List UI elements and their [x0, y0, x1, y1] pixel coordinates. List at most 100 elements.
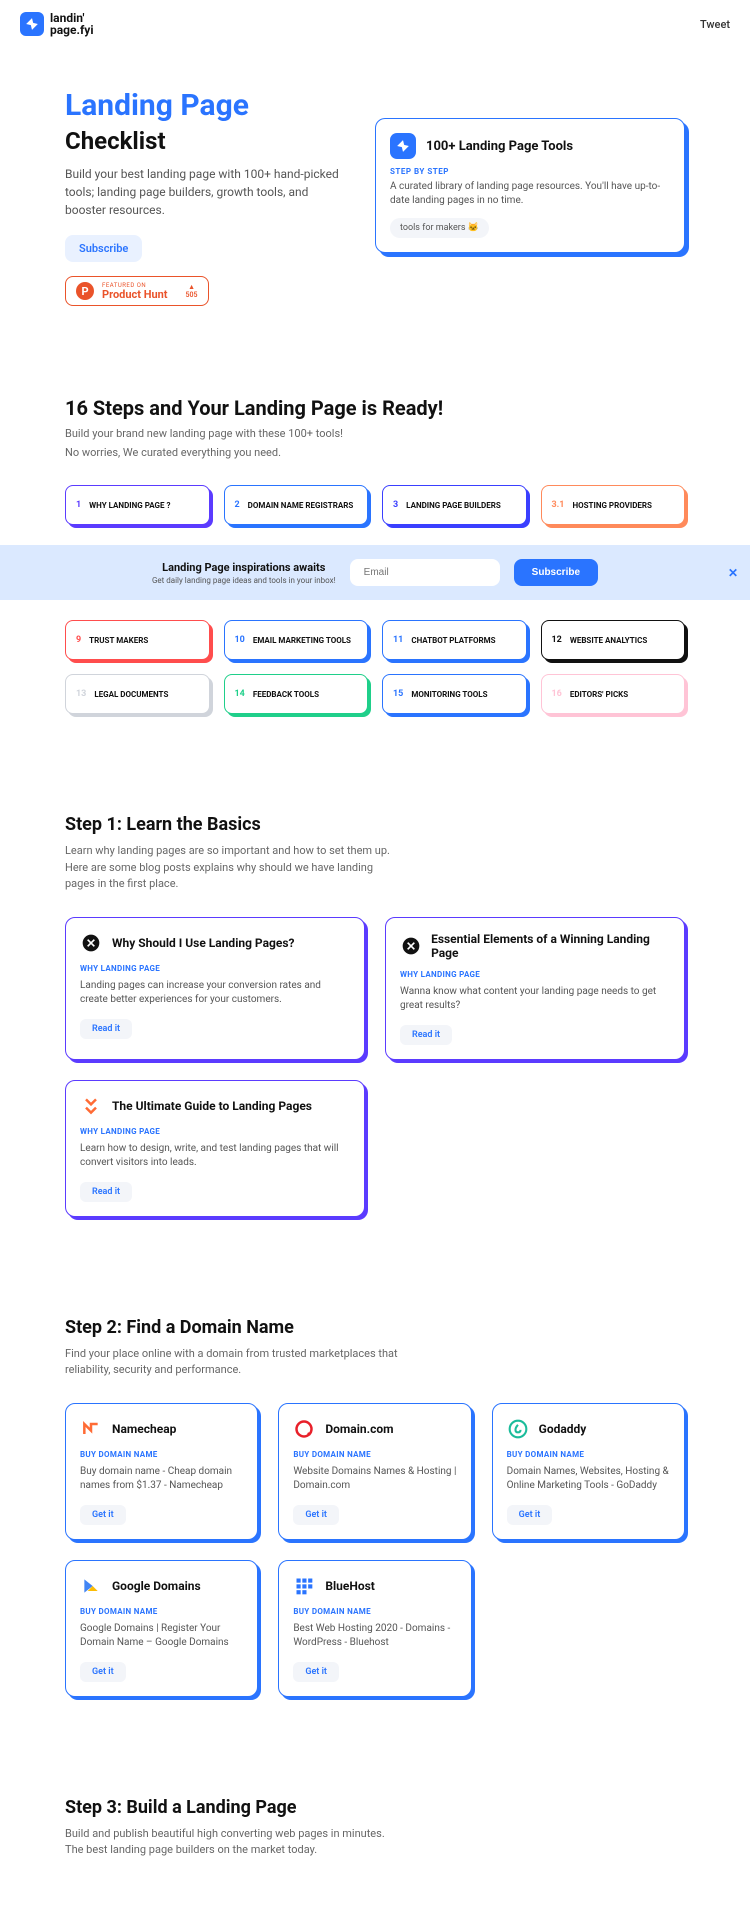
step-chip-num: 12: [552, 635, 562, 645]
step-chip[interactable]: 15 MONITORING TOOLS: [382, 674, 527, 714]
card-tag: BUY DOMAIN NAME: [507, 1450, 670, 1459]
card-icon: [80, 1575, 102, 1597]
logo-text: landin'page.fyi: [50, 12, 94, 36]
card-tag: BUY DOMAIN NAME: [80, 1607, 243, 1616]
card-title: Godaddy: [539, 1422, 587, 1436]
card-desc: Best Web Hosting 2020 - Domains - WordPr…: [293, 1622, 456, 1650]
step-chip-num: 14: [235, 689, 245, 699]
step-chip[interactable]: 13 LEGAL DOCUMENTS: [65, 674, 210, 714]
article-card[interactable]: Essential Elements of a Winning Landing …: [385, 917, 685, 1060]
step-chip-num: 1: [76, 500, 81, 510]
step3-heading: Step 3: Build a Landing Page: [65, 1797, 685, 1818]
steps-section-title: 16 Steps and Your Landing Page is Ready!: [65, 396, 685, 420]
card-tag: BUY DOMAIN NAME: [80, 1450, 243, 1459]
article-card[interactable]: Why Should I Use Landing Pages?WHY LANDI…: [65, 917, 365, 1060]
tool-card[interactable]: Namecheap BUY DOMAIN NAME Buy domain name …: [65, 1403, 258, 1540]
card-desc: Buy domain name - Cheap domain names fro…: [80, 1465, 243, 1493]
read-button[interactable]: Read it: [80, 1182, 132, 1202]
step2-heading: Step 2: Find a Domain Name: [65, 1317, 685, 1338]
hero-card-tag: STEP BY STEP: [390, 167, 670, 176]
step-chip-label: TRUST MAKERS: [89, 636, 148, 645]
banner-subscribe-button[interactable]: Subscribe: [514, 559, 598, 586]
step-chip[interactable]: 16EDITORS' PICKS: [541, 674, 686, 714]
step-chip[interactable]: 11 CHATBOT PLATFORMS: [382, 620, 527, 660]
read-button[interactable]: Read it: [80, 1019, 132, 1039]
banner-title: Landing Page inspirations awaits: [152, 561, 336, 574]
step-chip[interactable]: 12 WEBSITE ANALYTICS: [541, 620, 686, 660]
get-button[interactable]: Get it: [507, 1505, 553, 1525]
tweet-link[interactable]: Tweet: [700, 18, 730, 31]
step1-desc: Learn why landing pages are so important…: [65, 843, 405, 893]
step-chip-label: HOSTING PROVIDERS: [572, 501, 652, 510]
card-tag: WHY LANDING PAGE: [400, 970, 670, 979]
step-chip-num: 3: [393, 500, 398, 510]
read-button[interactable]: Read it: [400, 1025, 452, 1045]
step-chip[interactable]: 10EMAIL MARKETING TOOLS: [224, 620, 369, 660]
card-tag: WHY LANDING PAGE: [80, 1127, 350, 1136]
card-desc: Domain Names, Websites, Hosting & Online…: [507, 1465, 670, 1493]
step-chip[interactable]: 2 DOMAIN NAME REGISTRARS: [224, 485, 369, 525]
get-button[interactable]: Get it: [80, 1662, 126, 1682]
step-chip[interactable]: 3LANDING PAGE BUILDERS: [382, 485, 527, 525]
product-hunt-badge[interactable]: P FEATURED ON Product Hunt ▲ 505: [65, 276, 209, 306]
step-chip-num: 3.1: [552, 500, 565, 510]
step-chip-label: LEGAL DOCUMENTS: [94, 690, 168, 699]
step-chip[interactable]: 14 FEEDBACK TOOLS: [224, 674, 369, 714]
step-chip-num: 11: [393, 635, 403, 645]
hero-title-1: Landing Page: [65, 88, 345, 123]
step-chip-num: 13: [76, 689, 86, 699]
step-chip-num: 9: [76, 635, 81, 645]
card-icon: [80, 1095, 102, 1117]
card-desc: Google Domains | Register Your Domain Na…: [80, 1622, 243, 1650]
get-button[interactable]: Get it: [293, 1505, 339, 1525]
card-title: Namecheap: [112, 1422, 176, 1436]
step-chip-num: 15: [393, 689, 403, 699]
card-icon: [400, 935, 421, 957]
hero-card[interactable]: 100+ Landing Page Tools STEP BY STEP A c…: [375, 118, 685, 253]
tool-card[interactable]: BlueHost BUY DOMAIN NAME Best Web Hosting …: [278, 1560, 471, 1697]
card-desc: Learn how to design, write, and test lan…: [80, 1142, 350, 1170]
tool-card[interactable]: Domain.comBUY DOMAIN NAMEWebsite Domains…: [278, 1403, 471, 1540]
upvote-count: 505: [186, 291, 198, 299]
card-tag: BUY DOMAIN NAME: [293, 1607, 456, 1616]
step-chip-label: WEBSITE ANALYTICS: [570, 636, 647, 645]
article-card[interactable]: The Ultimate Guide to Landing Pages WHY L…: [65, 1080, 365, 1217]
step-chip-label: CHATBOT PLATFORMS: [411, 636, 495, 645]
steps-section-sub2: No worries, We curated everything you ne…: [65, 445, 685, 462]
step-chip[interactable]: 9 TRUST MAKERS: [65, 620, 210, 660]
subscribe-button[interactable]: Subscribe: [65, 235, 142, 262]
card-icon: [80, 1418, 102, 1440]
step-chip-label: MONITORING TOOLS: [411, 690, 487, 699]
step3-desc: Build and publish beautiful high convert…: [65, 1826, 405, 1859]
card-title: The Ultimate Guide to Landing Pages: [112, 1099, 312, 1113]
steps-section-sub1: Build your brand new landing page with t…: [65, 426, 685, 443]
email-input[interactable]: [350, 559, 500, 586]
step-chip[interactable]: 1 WHY LANDING PAGE ?: [65, 485, 210, 525]
step-chip[interactable]: 3.1 HOSTING PROVIDERS: [541, 485, 686, 525]
close-icon[interactable]: ✕: [728, 566, 738, 580]
step-chip-label: DOMAIN NAME REGISTRARS: [248, 501, 354, 510]
step-chip-label: WHY LANDING PAGE ?: [89, 501, 170, 510]
tool-card[interactable]: Google DomainsBUY DOMAIN NAMEGoogle Doma…: [65, 1560, 258, 1697]
hero-title-2: Checklist: [65, 127, 345, 155]
card-icon: [507, 1418, 529, 1440]
card-tag: BUY DOMAIN NAME: [293, 1450, 456, 1459]
get-button[interactable]: Get it: [293, 1662, 339, 1682]
upvote-icon: ▲: [188, 283, 195, 291]
newsletter-banner: Landing Page inspirations awaits Get dai…: [0, 545, 750, 600]
step-chip-num: 2: [235, 500, 240, 510]
card-icon: [80, 932, 102, 954]
card-title: Essential Elements of a Winning Landing …: [431, 932, 670, 960]
hero-description: Build your best landing page with 100+ h…: [65, 165, 345, 219]
step-chip-label: FEEDBACK TOOLS: [253, 690, 319, 699]
tool-card[interactable]: Godaddy BUY DOMAIN NAME Domain Names, Webs…: [492, 1403, 685, 1540]
step-chip-num: 10: [235, 635, 245, 645]
card-title: BlueHost: [325, 1579, 375, 1593]
card-tag: WHY LANDING PAGE: [80, 964, 350, 973]
hero-card-icon: [390, 133, 416, 159]
logo[interactable]: landin'page.fyi: [20, 12, 94, 36]
hero-card-desc: A curated library of landing page resour…: [390, 180, 670, 208]
get-button[interactable]: Get it: [80, 1505, 126, 1525]
hero-card-title: 100+ Landing Page Tools: [426, 139, 573, 154]
hero-card-pill: tools for makers 🐱: [390, 218, 489, 238]
